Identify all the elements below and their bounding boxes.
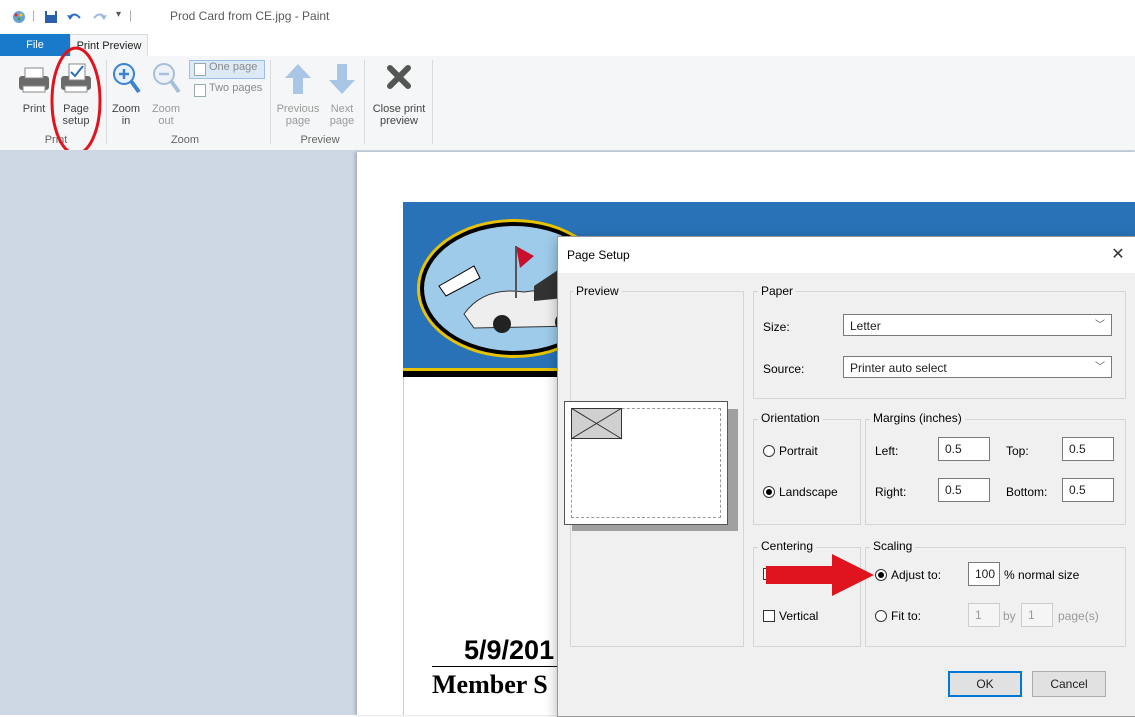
preview-group-label: Preview [573, 284, 622, 298]
paper-group-label: Paper [758, 284, 797, 298]
adjust-to-field[interactable]: 100 [968, 562, 1000, 586]
preview-sheet [564, 401, 728, 525]
zoom-out-label-2: out [158, 115, 174, 127]
normal-size-label: % normal size [1004, 568, 1080, 582]
source-select[interactable]: Printer auto select ﹀ [843, 356, 1112, 378]
one-page-button[interactable]: One page [189, 60, 265, 79]
vertical-label[interactable]: Vertical [779, 609, 818, 623]
size-select[interactable]: Letter ﹀ [843, 314, 1112, 336]
dialog-title: Page Setup [567, 248, 630, 262]
margins-group-label: Margins (inches) [870, 411, 965, 425]
chevron-down-icon: ﹀ [1095, 320, 1105, 331]
next-page-button[interactable]: Next page [324, 62, 360, 127]
paint-app-icon [13, 11, 25, 23]
arrow-down-icon [329, 64, 355, 94]
card-date-text: 5/9/201 [464, 635, 555, 665]
orientation-group-label: Orientation [758, 411, 823, 425]
size-value: Letter [850, 319, 881, 333]
left-margin-field[interactable]: 0.5 [938, 437, 990, 461]
next-page-label-1: Next [330, 103, 354, 115]
close-print-preview-button[interactable]: Close print preview [368, 62, 430, 127]
one-page-label: One page [209, 61, 258, 73]
ok-button[interactable]: OK [948, 671, 1022, 697]
annotation-circle [50, 46, 102, 156]
adjust-to-label[interactable]: Adjust to: [891, 568, 941, 582]
margins-group [865, 419, 1126, 525]
zoom-in-label-1: Zoom [111, 103, 141, 115]
group-label-preview: Preview [300, 134, 340, 146]
customize-quick-access-icon[interactable]: ▾ [116, 9, 121, 20]
close-preview-label-2: preview [380, 115, 418, 127]
right-margin-label: Right: [875, 485, 907, 499]
two-pages-button[interactable]: Two pages [190, 82, 264, 99]
cancel-button[interactable]: Cancel [1032, 671, 1106, 697]
orientation-group [753, 419, 861, 525]
page-setup-dialog: Page Setup ✕ Preview Paper Size: Letter ﹀… [557, 236, 1135, 717]
source-value: Printer auto select [850, 361, 947, 375]
dialog-close-button[interactable]: ✕ [1106, 243, 1130, 267]
landscape-label[interactable]: Landscape [779, 485, 838, 499]
right-margin-field[interactable]: 0.5 [938, 478, 990, 502]
next-page-label-2: page [329, 115, 355, 127]
vertical-checkbox[interactable] [763, 610, 775, 622]
window-title: Prod Card from CE.jpg - Paint [170, 9, 330, 23]
previous-page-label-2: page [285, 115, 311, 127]
group-label-zoom: Zoom [170, 134, 200, 146]
save-icon[interactable] [44, 10, 58, 24]
two-pages-label: Two pages [209, 82, 263, 94]
zoom-in-icon [113, 63, 141, 94]
centering-group-label: Centering [758, 539, 817, 553]
group-separator [106, 60, 107, 144]
zoom-out-button[interactable]: Zoom out [148, 62, 184, 127]
left-margin-label: Left: [875, 444, 899, 458]
scaling-group-label: Scaling [870, 539, 916, 553]
fit-height-field[interactable]: 1 [1021, 603, 1053, 627]
zoom-out-icon [153, 63, 181, 94]
by-label: by [1003, 609, 1016, 623]
portrait-radio[interactable] [763, 445, 775, 457]
ribbon-tabs: File Print Preview [0, 34, 1135, 57]
source-label: Source: [763, 362, 805, 376]
one-page-icon [194, 63, 206, 76]
title-bar: | ▾ | Prod Card from CE.jpg - Paint [0, 0, 1135, 34]
top-margin-field[interactable]: 0.5 [1062, 437, 1114, 461]
redo-icon[interactable] [92, 10, 108, 24]
group-separator [432, 60, 433, 144]
card-member-text: Member S [432, 670, 548, 699]
chevron-down-icon: ﹀ [1095, 362, 1105, 373]
landscape-radio[interactable] [763, 486, 775, 498]
pages-label: page(s) [1058, 609, 1099, 623]
size-label: Size: [763, 320, 790, 334]
bottom-margin-field[interactable]: 0.5 [1062, 478, 1114, 502]
portrait-label[interactable]: Portrait [779, 444, 818, 458]
annotation-arrow [766, 554, 874, 596]
fit-to-radio[interactable] [875, 610, 887, 622]
image-placeholder-icon [571, 408, 623, 440]
zoom-in-label-2: in [121, 115, 131, 127]
fit-width-field[interactable]: 1 [968, 603, 1000, 627]
arrow-up-icon [285, 64, 311, 94]
undo-icon[interactable] [66, 10, 82, 24]
ribbon: Print Page setup Zoom in Zoom out One pa… [0, 56, 1135, 151]
zoom-out-label-1: Zoom [151, 103, 181, 115]
adjust-to-radio[interactable] [875, 569, 887, 581]
two-pages-icon [194, 84, 206, 97]
previous-page-label-1: Previous [276, 103, 320, 115]
close-preview-icon [387, 65, 411, 89]
top-margin-label: Top: [1006, 444, 1029, 458]
dialog-title-bar: Page Setup ✕ [558, 237, 1135, 273]
bottom-margin-label: Bottom: [1006, 485, 1048, 499]
close-icon: ✕ [1111, 246, 1125, 263]
group-separator [364, 60, 365, 144]
group-separator [270, 60, 271, 144]
rule-line [432, 666, 562, 667]
paper-group [753, 291, 1126, 399]
previous-page-button[interactable]: Previous page [275, 62, 321, 127]
fit-to-label[interactable]: Fit to: [891, 609, 921, 623]
zoom-in-button[interactable]: Zoom in [108, 62, 144, 127]
close-preview-label-1: Close print [372, 103, 426, 115]
